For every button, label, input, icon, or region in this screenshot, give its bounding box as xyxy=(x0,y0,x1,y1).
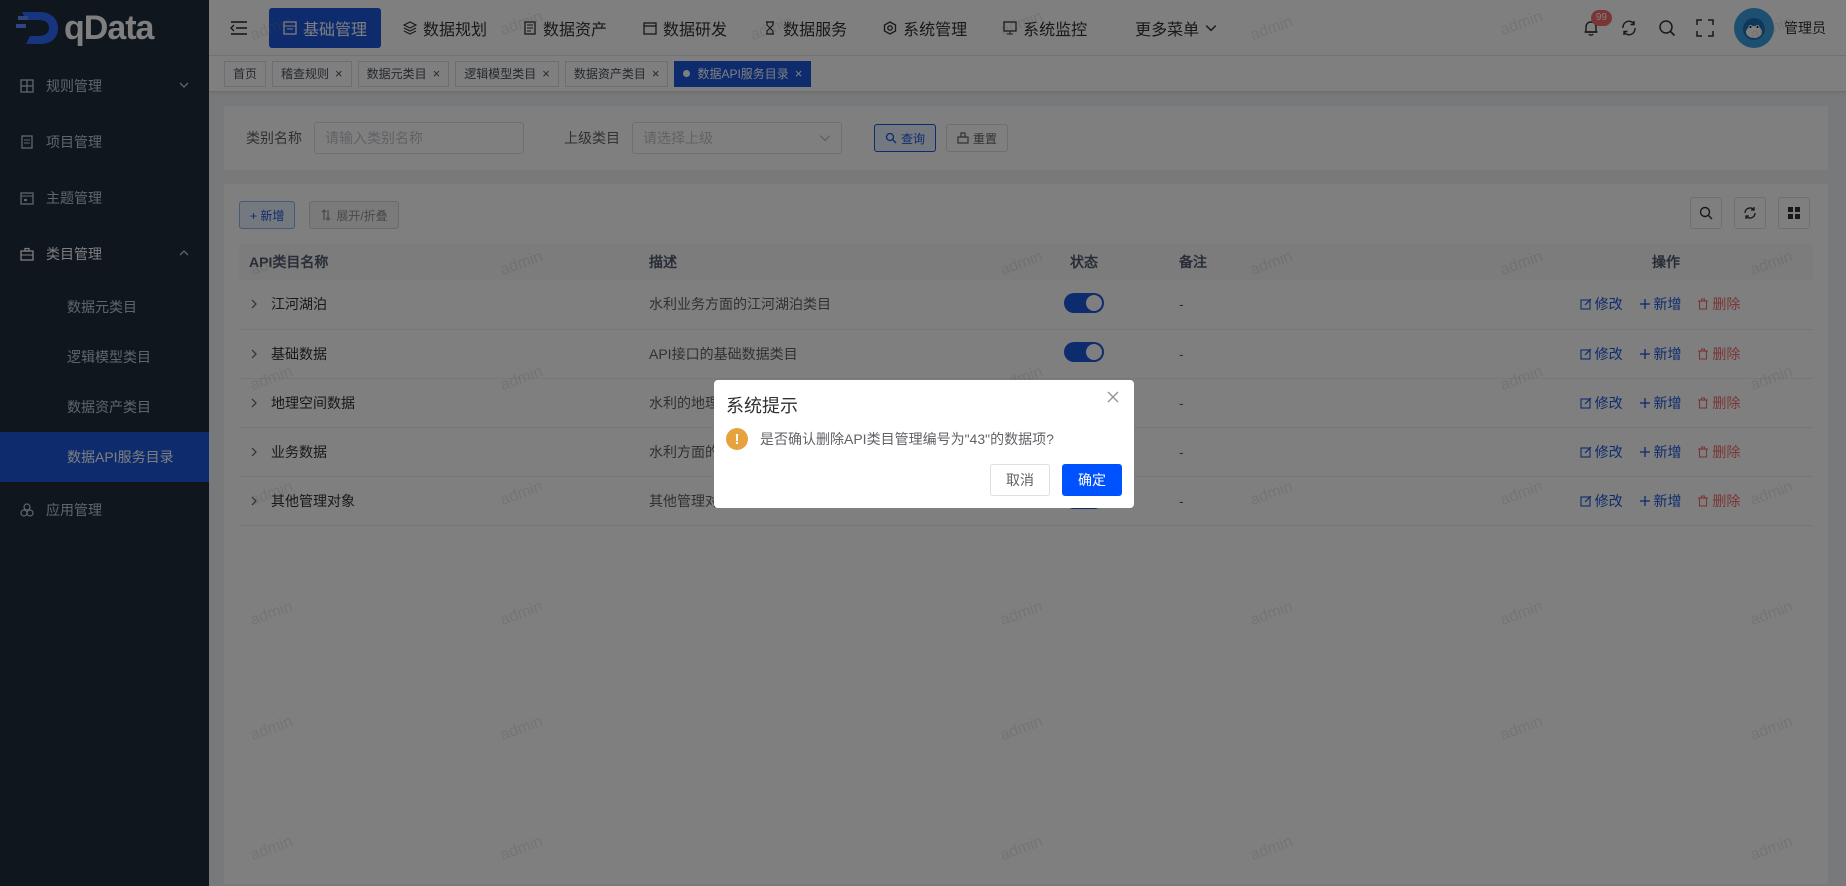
dialog-body: ! 是否确认删除API类目管理编号为"43"的数据项? xyxy=(726,428,1122,450)
dialog-footer: 取消 确定 xyxy=(990,464,1122,496)
confirm-button[interactable]: 确定 xyxy=(1062,464,1122,496)
dialog-title: 系统提示 xyxy=(726,396,798,416)
confirm-dialog: 系统提示 ! 是否确认删除API类目管理编号为"43"的数据项? 取消 确定 xyxy=(714,380,1134,508)
warning-icon: ! xyxy=(726,428,748,450)
close-icon[interactable] xyxy=(1106,390,1120,404)
confirm-label: 确定 xyxy=(1078,472,1106,488)
dialog-message: 是否确认删除API类目管理编号为"43"的数据项? xyxy=(760,431,1054,447)
cancel-label: 取消 xyxy=(1006,472,1034,488)
cancel-button[interactable]: 取消 xyxy=(990,464,1050,496)
